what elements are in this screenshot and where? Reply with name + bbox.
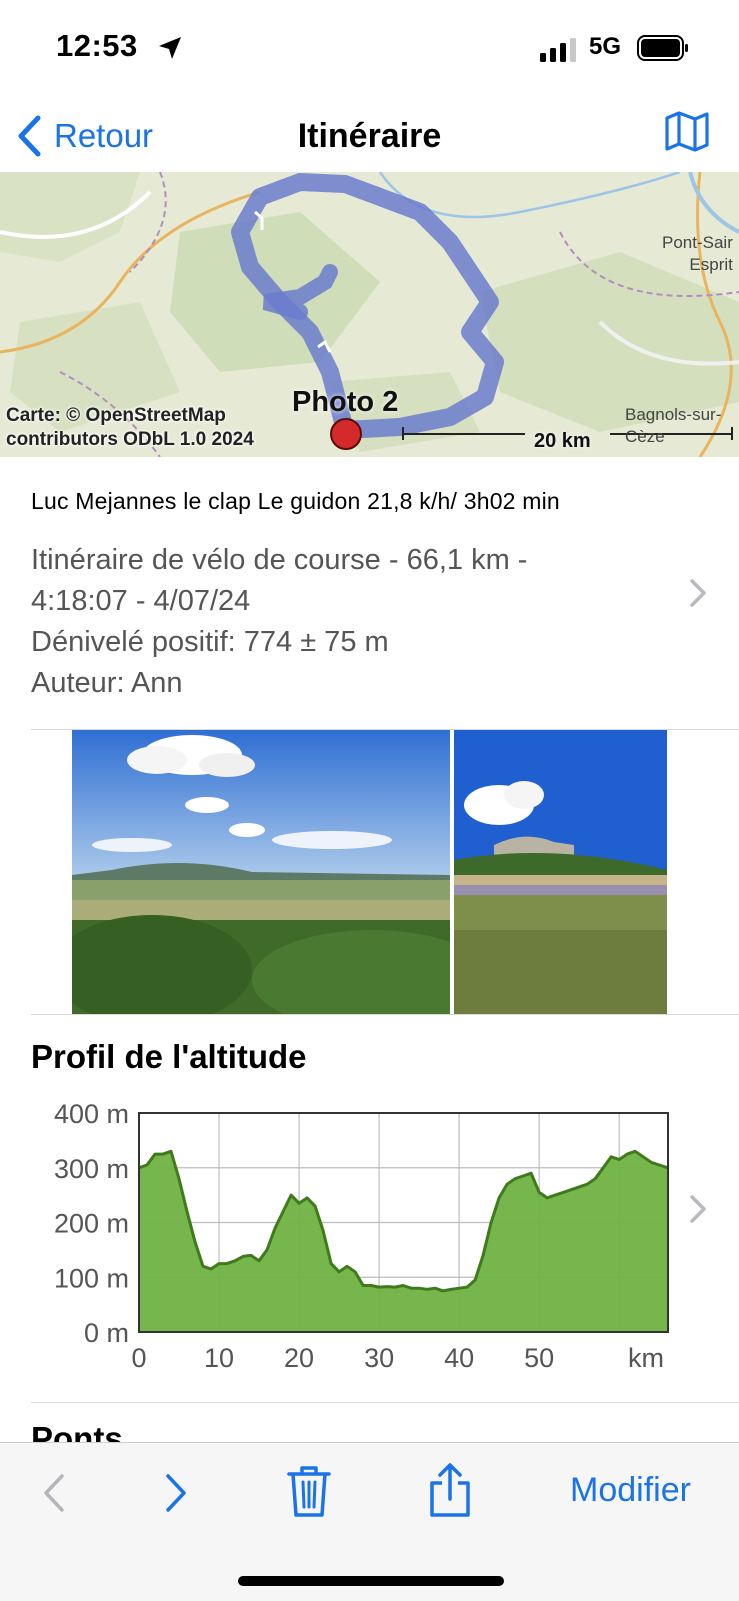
route-elevation-gain: Dénivelé positif: 774 ± 75 m	[31, 626, 389, 658]
route-title: Luc Mejannes le clap Le guidon 21,8 k/h/…	[31, 488, 560, 514]
edit-button[interactable]: Modifier	[570, 1471, 691, 1510]
photo-strip	[72, 730, 667, 1014]
cellular-signal-icon	[540, 38, 576, 62]
map-place-pont: Pont-Sair Esprit	[662, 232, 733, 276]
chart-y-tick-label: 100 m	[54, 1263, 129, 1293]
map-icon[interactable]	[664, 110, 710, 152]
map-place-bagnols: Bagnols-sur- Cèze	[625, 404, 721, 448]
chart-y-tick-label: 300 m	[54, 1154, 129, 1184]
route-author: Auteur: Ann	[31, 667, 183, 699]
divider	[31, 1014, 739, 1015]
next-button[interactable]	[164, 1473, 188, 1513]
elevation-chart[interactable]: 400 m 300 m 200 m 100 m 0 m0 10 20 30 40 50 km	[0, 1090, 739, 1380]
status-bar: 12:53 5G	[0, 0, 739, 100]
map-attribution-line1: Carte: © OpenStreetMap	[6, 405, 226, 426]
divider	[31, 1402, 739, 1403]
chart-x-tick-label: 20	[284, 1343, 314, 1373]
previous-button[interactable]	[42, 1473, 66, 1513]
chart-x-unit-label: km	[628, 1343, 664, 1373]
route-details-line2: 4:18:07 - 4/07/24	[31, 585, 251, 617]
route-details-line1: Itinéraire de vélo de course - 66,1 km -	[31, 544, 528, 576]
navigation-bar: Retour Itinéraire	[0, 100, 739, 172]
photo-village-image	[454, 730, 667, 1014]
chart-y-tick-label: 400 m	[54, 1099, 129, 1129]
chevron-right-icon[interactable]	[688, 578, 708, 608]
home-indicator	[238, 1576, 504, 1586]
elevation-title: Profil de l'altitude	[31, 1038, 307, 1075]
photo-landscape-image	[72, 730, 450, 1014]
chart-y-tick-label: 0 m	[84, 1318, 129, 1348]
trash-icon[interactable]	[287, 1465, 331, 1519]
chart-x-tick-label: 50	[524, 1343, 554, 1373]
network-type: 5G	[589, 33, 622, 60]
photo-landscape[interactable]	[72, 730, 450, 1014]
photo-village[interactable]	[454, 730, 667, 1014]
chart-x-tick-label: 10	[204, 1343, 234, 1373]
map-place-pont-line1: Pont-Sair	[662, 233, 733, 252]
chevron-right-icon[interactable]	[688, 1194, 708, 1224]
share-icon[interactable]	[428, 1461, 472, 1519]
location-arrow-icon	[159, 37, 181, 59]
map-place-bagnols-line1: Bagnols-sur-	[625, 405, 722, 424]
bridges-section-title: Ponts	[31, 1420, 123, 1442]
page-title: Itinéraire	[297, 117, 442, 155]
map-attribution: Carte: © OpenStreetMap contributors ODbL…	[6, 404, 254, 452]
chart-y-tick-label: 200 m	[54, 1209, 129, 1239]
map-scale-label: 20 km	[534, 430, 591, 452]
battery-icon	[637, 35, 688, 61]
map-place-pont-line2: Esprit	[689, 255, 733, 274]
map-photo-label: Photo 2	[292, 386, 399, 418]
chart-x-tick-label: 40	[444, 1343, 474, 1373]
map-attribution-line2: contributors ODbL 1.0 2024	[6, 429, 254, 450]
status-time: 12:53	[56, 28, 138, 63]
chart-x-tick-label: 30	[364, 1343, 394, 1373]
map-place-bagnols-line2: Cèze	[625, 427, 665, 446]
chart-x-tick-label: 0	[131, 1343, 146, 1373]
route-details[interactable]: Itinéraire de vélo de course - 66,1 km -…	[31, 540, 671, 704]
